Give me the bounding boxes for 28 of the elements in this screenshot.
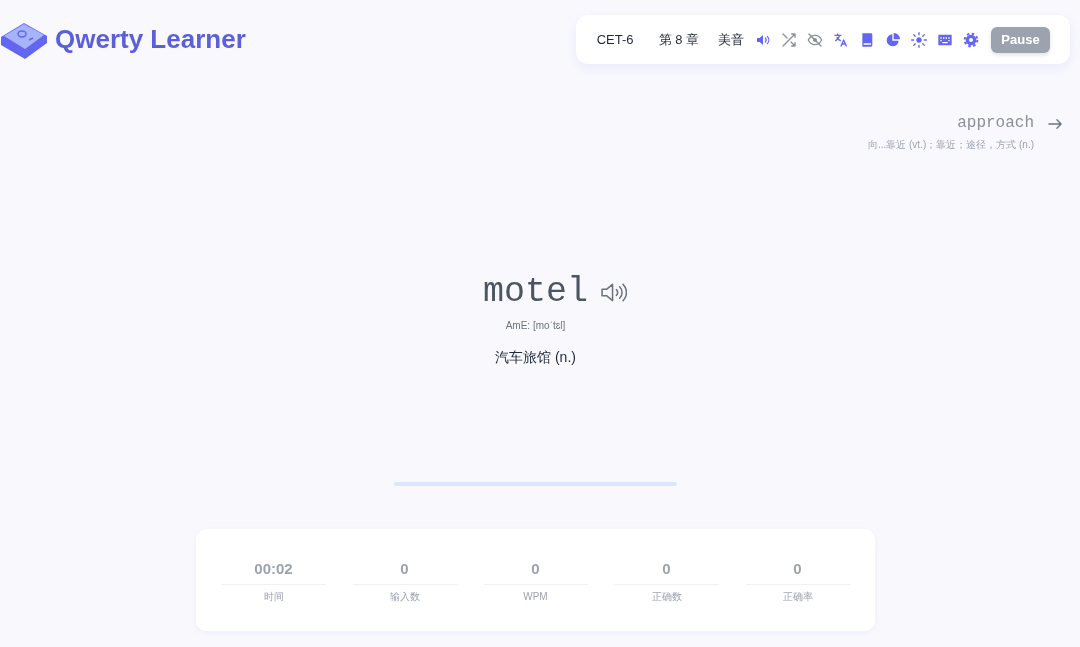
pronunciation-button[interactable]: 美音 [718, 30, 744, 49]
eye-off-icon[interactable] [807, 31, 823, 48]
translate-icon[interactable] [833, 31, 849, 48]
stat-value: 0 [531, 559, 540, 579]
word-translation: 汽车旅馆 (n.) [495, 348, 576, 366]
pie-chart-icon[interactable] [885, 31, 901, 48]
arrow-right-icon[interactable] [1048, 118, 1063, 130]
dictionary-button[interactable]: CET-6 [596, 30, 634, 49]
speaker-icon[interactable] [600, 281, 627, 303]
book-icon[interactable] [859, 31, 875, 48]
shuffle-icon[interactable] [781, 31, 797, 48]
current-word: motel [483, 271, 588, 314]
sun-icon[interactable] [911, 31, 927, 48]
stat-label: 正确率 [782, 590, 813, 603]
stat-label: WPM [523, 590, 548, 603]
next-word: approach [957, 113, 1034, 133]
stat-value: 0 [400, 559, 409, 579]
stat-value: 0 [662, 559, 671, 579]
stat-value: 0 [793, 559, 802, 579]
stat-label: 正确数 [651, 590, 682, 603]
app-title: Qwerty Learner [55, 23, 246, 55]
chapter-button[interactable]: 第 8 章 [658, 30, 699, 49]
settings-icon[interactable] [963, 31, 979, 48]
stat-value: 00:02 [254, 559, 293, 579]
stat-label: 时间 [263, 590, 284, 603]
phonetic-text: AmE: [moˈtɛl] [505, 319, 566, 333]
stat-label: 输入数 [389, 590, 420, 603]
next-word-translation: 向...靠近 (vt.)；靠近；途径，方式 (n.) [867, 138, 1034, 151]
